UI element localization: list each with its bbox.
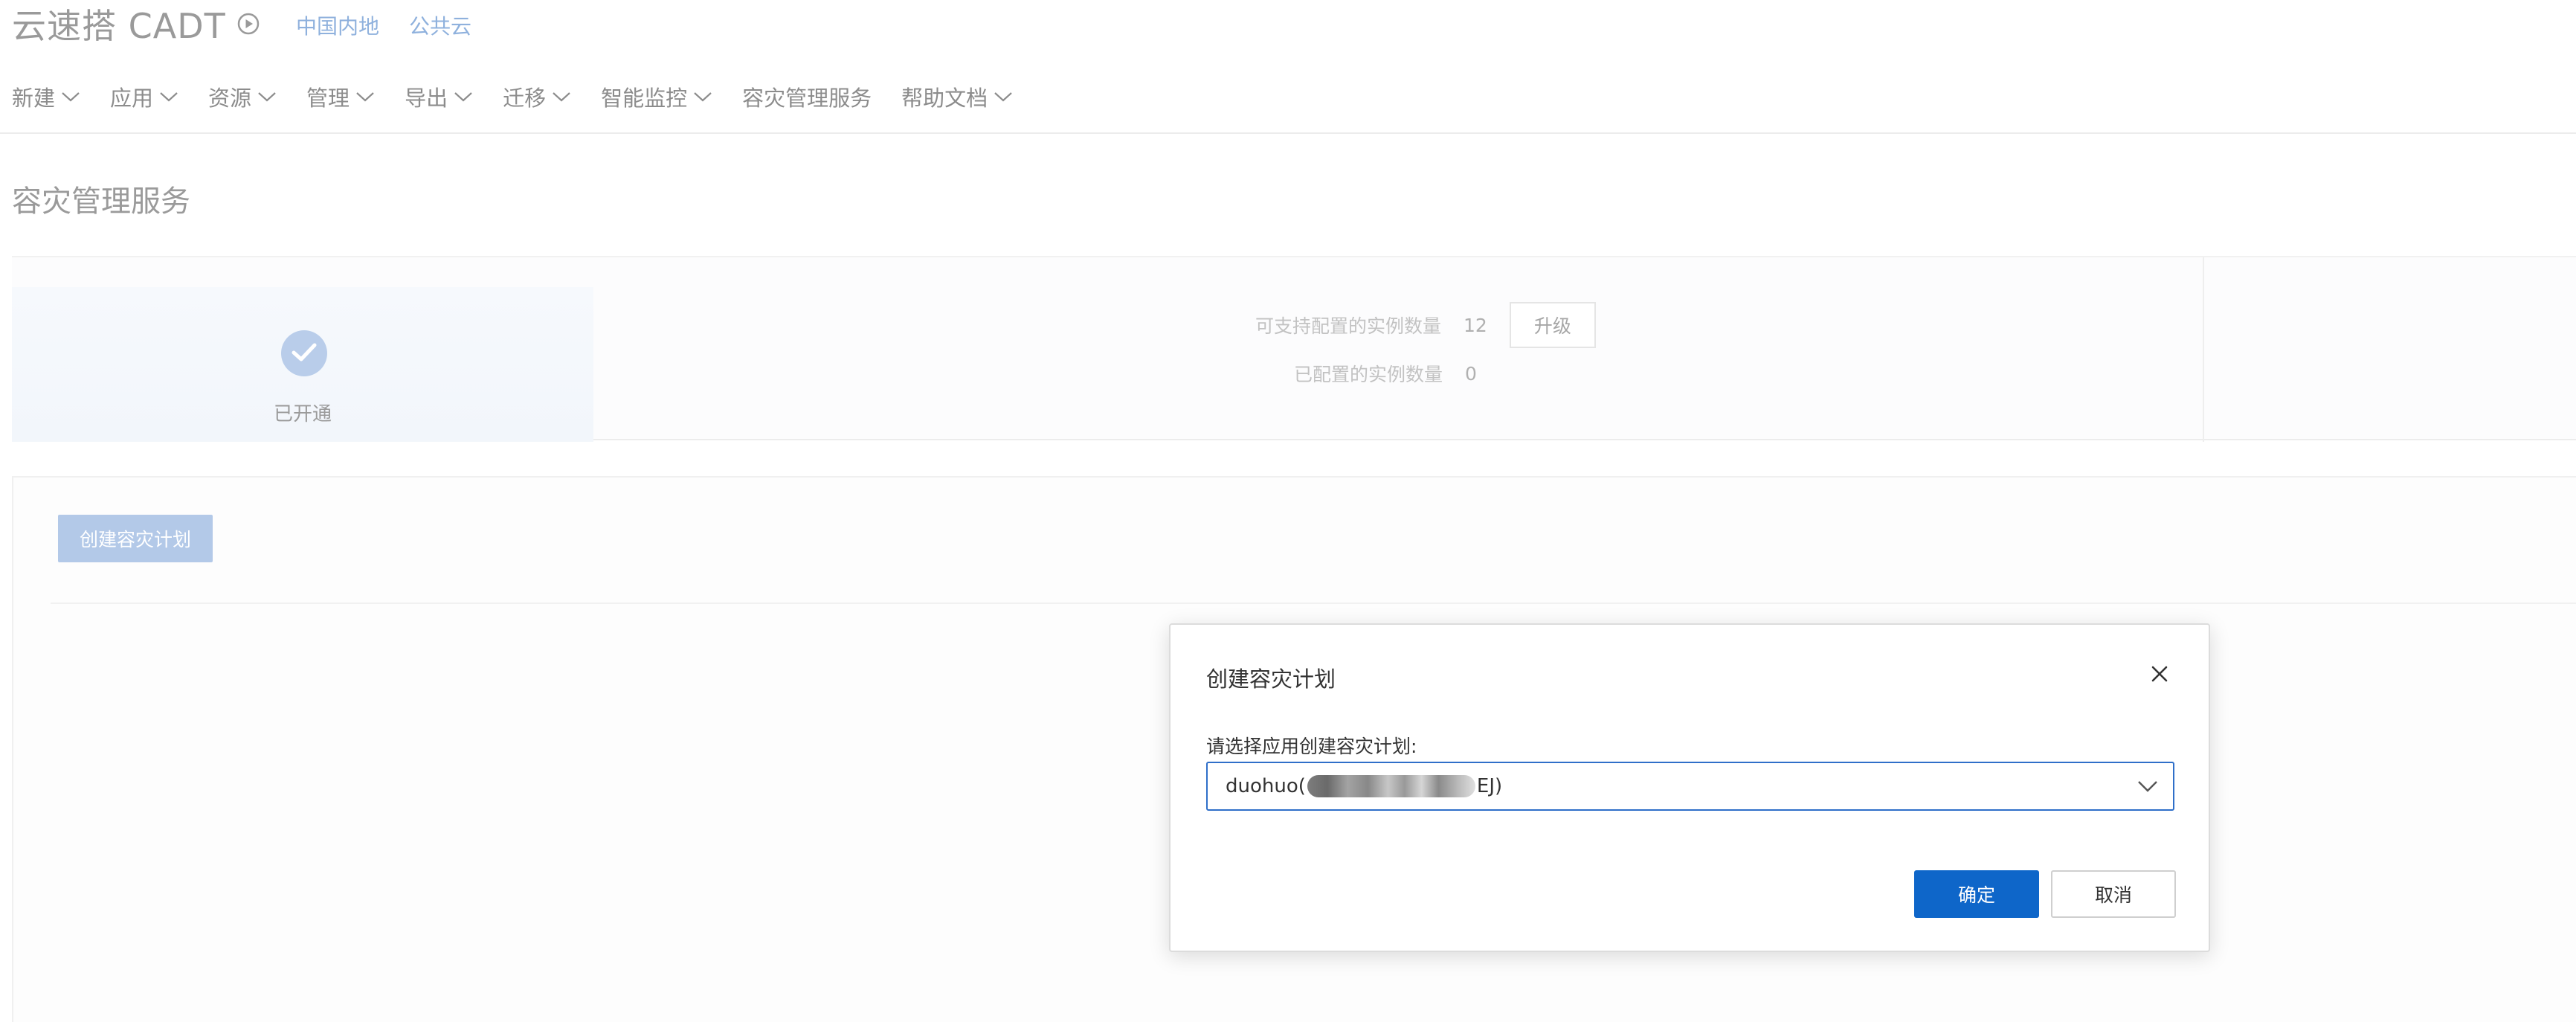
confirm-button[interactable]: 确定 bbox=[1914, 870, 2039, 918]
menu-item-disaster-recovery[interactable]: 容灾管理服务 bbox=[742, 81, 872, 112]
app-title: 云速搭 CADT bbox=[12, 6, 226, 46]
close-icon[interactable] bbox=[2148, 662, 2171, 686]
main-menu: 新建 应用 资源 管理 导出 迁移 智能监控 容灾管理服务 帮助文档 bbox=[12, 80, 1043, 113]
menu-item-monitoring[interactable]: 智能监控 bbox=[601, 81, 712, 112]
menu-item-label: 帮助文档 bbox=[901, 86, 988, 111]
page-title: 容灾管理服务 bbox=[12, 184, 190, 219]
top-header: 云速搭 CADT 中国内地 公共云 新建 应用 资源 管理 导出 迁移 智能监控… bbox=[0, 0, 2576, 134]
menu-item-new[interactable]: 新建 bbox=[12, 81, 80, 112]
create-dr-plan-dialog: 创建容灾计划 请选择应用创建容灾计划: duohuo( EJ) 确定 取消 bbox=[1169, 623, 2210, 952]
status-label: 已开通 bbox=[273, 403, 332, 425]
dialog-title: 创建容灾计划 bbox=[1206, 666, 1336, 692]
divider bbox=[2203, 257, 2204, 442]
chevron-down-icon bbox=[356, 92, 374, 102]
region-link-public-cloud[interactable]: 公共云 bbox=[409, 10, 471, 40]
chevron-down-icon bbox=[2138, 781, 2157, 792]
chevron-down-icon bbox=[694, 92, 712, 102]
configured-instances-value: 0 bbox=[1465, 362, 1477, 385]
app-select-value: duohuo( EJ) bbox=[1226, 775, 1502, 797]
redacted-text bbox=[1307, 775, 1475, 797]
menu-item-migrate[interactable]: 迁移 bbox=[503, 81, 571, 112]
menu-item-label: 导出 bbox=[405, 86, 448, 111]
supported-instances-label: 可支持配置的实例数量 bbox=[1255, 315, 1442, 337]
supported-instances-value: 12 bbox=[1464, 314, 1487, 336]
menu-item-label: 迁移 bbox=[503, 86, 547, 111]
service-status-card: 已开通 可支持配置的实例数量 12 升级 已配置的实例数量 0 bbox=[12, 256, 2576, 442]
supported-instances-row: 可支持配置的实例数量 12 升级 bbox=[1255, 302, 1596, 348]
brand: 云速搭 CADT bbox=[12, 0, 260, 48]
menu-item-manage[interactable]: 管理 bbox=[306, 81, 375, 112]
chevron-down-icon bbox=[62, 92, 80, 102]
app-select[interactable]: duohuo( EJ) bbox=[1206, 762, 2174, 811]
play-circle-icon[interactable] bbox=[236, 12, 260, 36]
menu-item-label: 智能监控 bbox=[601, 86, 688, 111]
chevron-down-icon bbox=[553, 92, 570, 102]
app-name-suffix: EJ) bbox=[1476, 775, 1503, 797]
chevron-down-icon bbox=[160, 92, 178, 102]
upgrade-button[interactable]: 升级 bbox=[1509, 302, 1596, 348]
chevron-down-icon bbox=[994, 92, 1012, 102]
configured-instances-row: 已配置的实例数量 0 bbox=[1294, 360, 1477, 387]
chevron-down-icon bbox=[454, 92, 472, 102]
menu-item-help-docs[interactable]: 帮助文档 bbox=[901, 81, 1013, 112]
menu-item-label: 资源 bbox=[208, 86, 252, 111]
divider bbox=[51, 602, 2576, 604]
app-name-prefix: duohuo( bbox=[1226, 775, 1306, 797]
menu-item-apps[interactable]: 应用 bbox=[110, 81, 178, 112]
chevron-down-icon bbox=[258, 92, 276, 102]
region-link-mainland[interactable]: 中国内地 bbox=[296, 10, 379, 40]
menu-item-label: 管理 bbox=[306, 86, 350, 111]
menu-item-label: 容灾管理服务 bbox=[742, 86, 872, 111]
cancel-button[interactable]: 取消 bbox=[2051, 870, 2176, 918]
menu-item-label: 应用 bbox=[110, 86, 154, 111]
app-select-label: 请选择应用创建容灾计划: bbox=[1206, 736, 1417, 757]
menu-item-label: 新建 bbox=[12, 86, 56, 111]
check-circle-icon bbox=[281, 330, 327, 376]
create-dr-plan-button[interactable]: 创建容灾计划 bbox=[58, 515, 213, 562]
service-status-panel: 已开通 bbox=[12, 287, 593, 442]
menu-item-resources[interactable]: 资源 bbox=[208, 81, 277, 112]
configured-instances-label: 已配置的实例数量 bbox=[1294, 364, 1443, 385]
menu-item-export[interactable]: 导出 bbox=[405, 81, 473, 112]
